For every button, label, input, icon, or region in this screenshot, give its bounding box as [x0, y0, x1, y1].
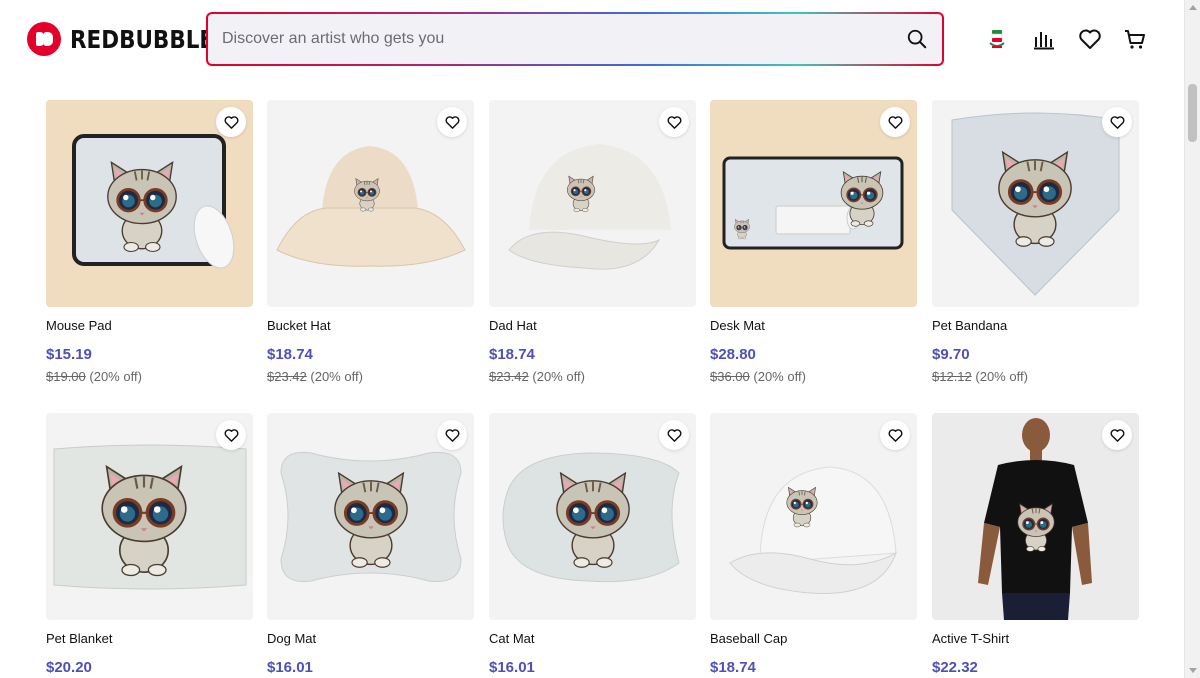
- product-price: $15.19: [46, 346, 92, 363]
- product-image-bucket-hat[interactable]: [267, 100, 474, 307]
- product-price: $16.01: [489, 659, 535, 676]
- product-original-price: $23.42 (20% off): [489, 369, 696, 384]
- strikethrough-price: $36.00: [710, 369, 750, 384]
- product-image-mouse-pad[interactable]: [46, 100, 253, 307]
- product-name[interactable]: Pet Blanket: [46, 631, 253, 646]
- product-card[interactable]: Dad Hat $18.74 $23.42 (20% off): [489, 100, 696, 384]
- scroll-down-arrow-icon[interactable]: [1189, 668, 1197, 673]
- site-header: REDBUBBLE: [0, 0, 1184, 80]
- redbubble-logo-icon: [27, 22, 61, 56]
- strikethrough-price: $23.42: [489, 369, 529, 384]
- product-image-dog-mat[interactable]: [267, 413, 474, 620]
- product-image-baseball-cap[interactable]: [710, 413, 917, 620]
- product-card[interactable]: Baseball Cap $18.74: [710, 413, 917, 676]
- search-icon[interactable]: [906, 28, 928, 50]
- favorite-heart-icon[interactable]: [216, 420, 246, 450]
- page-scrollbar[interactable]: [1184, 0, 1200, 678]
- product-card[interactable]: Desk Mat $28.80 $36.00 (20% off): [710, 100, 917, 384]
- search-input[interactable]: [222, 14, 882, 64]
- strikethrough-price: $19.00: [46, 369, 86, 384]
- product-name[interactable]: Dog Mat: [267, 631, 474, 646]
- product-price: $18.74: [710, 659, 756, 676]
- favorite-heart-icon[interactable]: [659, 107, 689, 137]
- favorite-heart-icon[interactable]: [659, 420, 689, 450]
- product-image-pet-bandana[interactable]: [932, 100, 1139, 307]
- country-flag-icon[interactable]: [984, 26, 1010, 52]
- product-card[interactable]: Cat Mat $16.01: [489, 413, 696, 676]
- product-name[interactable]: Active T-Shirt: [932, 631, 1139, 646]
- product-image-dad-hat[interactable]: [489, 100, 696, 307]
- scroll-thumb[interactable]: [1188, 84, 1197, 142]
- product-original-price: $23.42 (20% off): [267, 369, 474, 384]
- product-price: $22.32: [932, 659, 978, 676]
- favorite-heart-icon[interactable]: [880, 107, 910, 137]
- product-name[interactable]: Baseball Cap: [710, 631, 917, 646]
- favorite-heart-icon[interactable]: [437, 420, 467, 450]
- heart-icon[interactable]: [1077, 26, 1103, 52]
- product-name[interactable]: Pet Bandana: [932, 318, 1139, 333]
- search-bar: [206, 12, 944, 66]
- product-card[interactable]: Active T-Shirt $22.32: [932, 413, 1139, 676]
- product-image-active-t-shirt[interactable]: [932, 413, 1139, 620]
- discount-label: (20% off): [975, 369, 1028, 384]
- product-original-price: $12.12 (20% off): [932, 369, 1139, 384]
- product-price: $18.74: [267, 346, 313, 363]
- favorite-heart-icon[interactable]: [1102, 420, 1132, 450]
- product-price: $9.70: [932, 346, 970, 363]
- dashboard-chart-icon[interactable]: [1031, 26, 1057, 52]
- strikethrough-price: $23.42: [267, 369, 307, 384]
- product-image-cat-mat[interactable]: [489, 413, 696, 620]
- product-card[interactable]: Bucket Hat $18.74 $23.42 (20% off): [267, 100, 474, 384]
- product-name[interactable]: Cat Mat: [489, 631, 696, 646]
- product-image-desk-mat[interactable]: [710, 100, 917, 307]
- product-card[interactable]: Pet Blanket $20.20: [46, 413, 253, 676]
- cart-icon[interactable]: [1122, 26, 1148, 52]
- product-card[interactable]: Pet Bandana $9.70 $12.12 (20% off): [932, 100, 1139, 384]
- product-price: $28.80: [710, 346, 756, 363]
- product-name[interactable]: Desk Mat: [710, 318, 917, 333]
- discount-label: (20% off): [89, 369, 142, 384]
- product-price: $18.74: [489, 346, 535, 363]
- favorite-heart-icon[interactable]: [880, 420, 910, 450]
- favorite-heart-icon[interactable]: [437, 107, 467, 137]
- product-image-pet-blanket[interactable]: [46, 413, 253, 620]
- discount-label: (20% off): [753, 369, 806, 384]
- product-price: $20.20: [46, 659, 92, 676]
- favorite-heart-icon[interactable]: [216, 107, 246, 137]
- brand-name: REDBUBBLE: [70, 24, 215, 54]
- product-original-price: $19.00 (20% off): [46, 369, 253, 384]
- discount-label: (20% off): [310, 369, 363, 384]
- product-name[interactable]: Mouse Pad: [46, 318, 253, 333]
- product-name[interactable]: Dad Hat: [489, 318, 696, 333]
- product-name[interactable]: Bucket Hat: [267, 318, 474, 333]
- favorite-heart-icon[interactable]: [1102, 107, 1132, 137]
- strikethrough-price: $12.12: [932, 369, 972, 384]
- product-card[interactable]: Mouse Pad $15.19 $19.00 (20% off): [46, 100, 253, 384]
- product-card[interactable]: Dog Mat $16.01: [267, 413, 474, 676]
- scroll-up-arrow-icon[interactable]: [1189, 5, 1197, 10]
- discount-label: (20% off): [532, 369, 585, 384]
- product-original-price: $36.00 (20% off): [710, 369, 917, 384]
- product-price: $16.01: [267, 659, 313, 676]
